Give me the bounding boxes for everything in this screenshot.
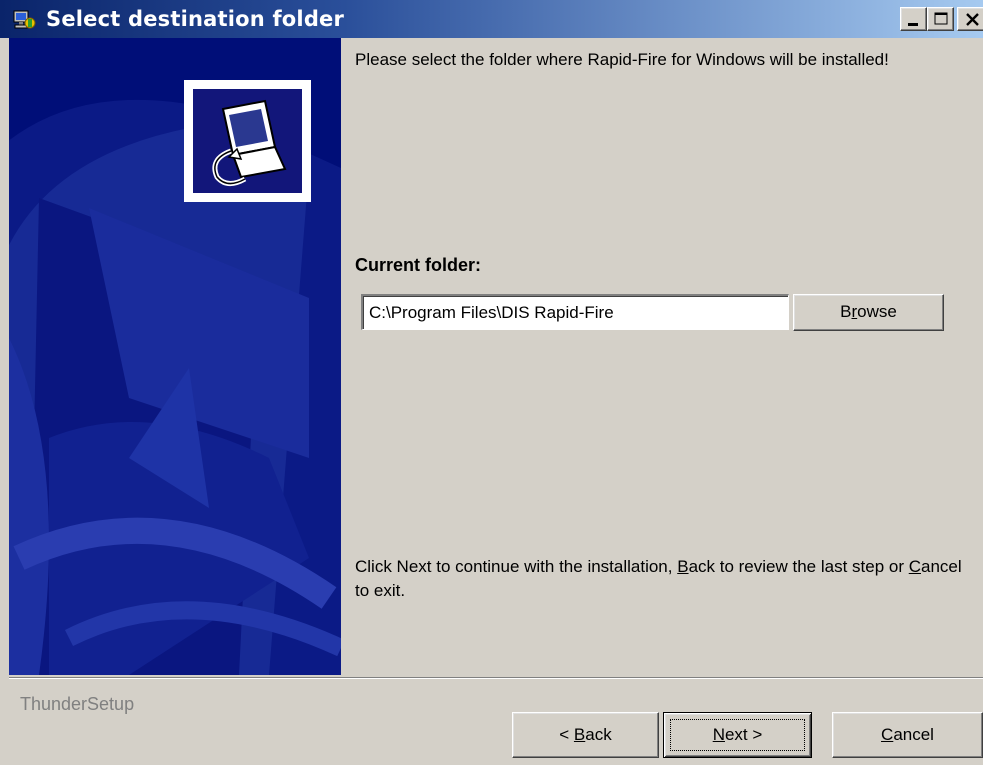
installer-icon [13,10,36,29]
brand-label: ThunderSetup [20,694,135,714]
minimize-button[interactable] [900,7,927,31]
title-bar[interactable]: Select destination folder [0,0,983,38]
instructions-text: Click Next to continue with the installa… [355,557,962,600]
maximize-icon [934,12,948,25]
next-button[interactable]: Next > [663,712,812,758]
back-button[interactable]: < Back [512,712,659,758]
window-title: Select destination folder [46,7,345,31]
setup-logo-frame [184,80,311,202]
folder-path-input[interactable] [361,294,789,330]
side-banner [9,38,341,675]
browse-button[interactable]: Browse [793,294,944,331]
installer-dialog: Select destination folder Please select … [0,0,983,765]
minimize-icon [908,23,918,26]
cancel-button[interactable]: Cancel [832,712,983,758]
maximize-button[interactable] [927,7,954,31]
intro-text: Please select the folder where Rapid-Fir… [355,50,889,69]
current-folder-label: Current folder: [355,255,481,275]
close-button[interactable] [957,7,983,31]
close-icon [966,13,979,26]
computer-setup-icon [193,89,302,193]
